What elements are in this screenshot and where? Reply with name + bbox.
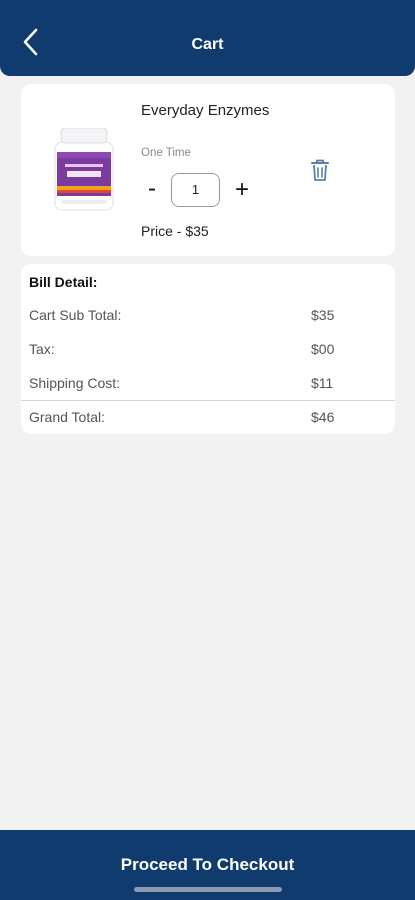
- home-indicator: [134, 887, 282, 892]
- remove-item-button[interactable]: [309, 158, 331, 182]
- bill-divider: [21, 400, 395, 401]
- bill-value: $11: [311, 375, 334, 391]
- cart-screen: Cart Everyday Enzymes One Time - 1 + Pri…: [0, 0, 415, 900]
- trash-icon: [311, 159, 329, 181]
- page-title: Cart: [191, 36, 224, 53]
- bill-row-shipping: Shipping Cost: $11: [29, 375, 389, 395]
- bill-row-tax: Tax: $00: [29, 341, 389, 361]
- bill-value: $35: [311, 307, 335, 323]
- bill-detail-title: Bill Detail:: [29, 274, 98, 290]
- decrease-quantity-button[interactable]: -: [142, 175, 162, 203]
- bill-value: $00: [311, 341, 335, 357]
- bill-label: Cart Sub Total:: [29, 307, 122, 323]
- product-price: Price - $35: [141, 223, 209, 239]
- product-bottle-image: [54, 127, 114, 211]
- purchase-frequency: One Time: [141, 147, 191, 159]
- bill-label: Tax:: [29, 341, 55, 357]
- header-bar: Cart: [0, 0, 415, 76]
- bill-detail-card: Bill Detail: Cart Sub Total: $35 Tax: $0…: [21, 264, 395, 434]
- bill-value: $46: [311, 409, 335, 425]
- product-name: Everyday Enzymes: [141, 102, 270, 119]
- product-image[interactable]: [51, 127, 121, 214]
- cart-item-card: Everyday Enzymes One Time - 1 + Price - …: [21, 84, 395, 256]
- bill-row-grand-total: Grand Total: $46: [29, 409, 389, 429]
- footer-bar: Proceed To Checkout: [0, 830, 415, 900]
- quantity-field[interactable]: 1: [171, 173, 220, 207]
- increase-quantity-button[interactable]: +: [231, 176, 253, 204]
- bill-label: Shipping Cost:: [29, 375, 121, 391]
- bill-row-subtotal: Cart Sub Total: $35: [29, 307, 389, 327]
- bill-label: Grand Total:: [29, 409, 106, 425]
